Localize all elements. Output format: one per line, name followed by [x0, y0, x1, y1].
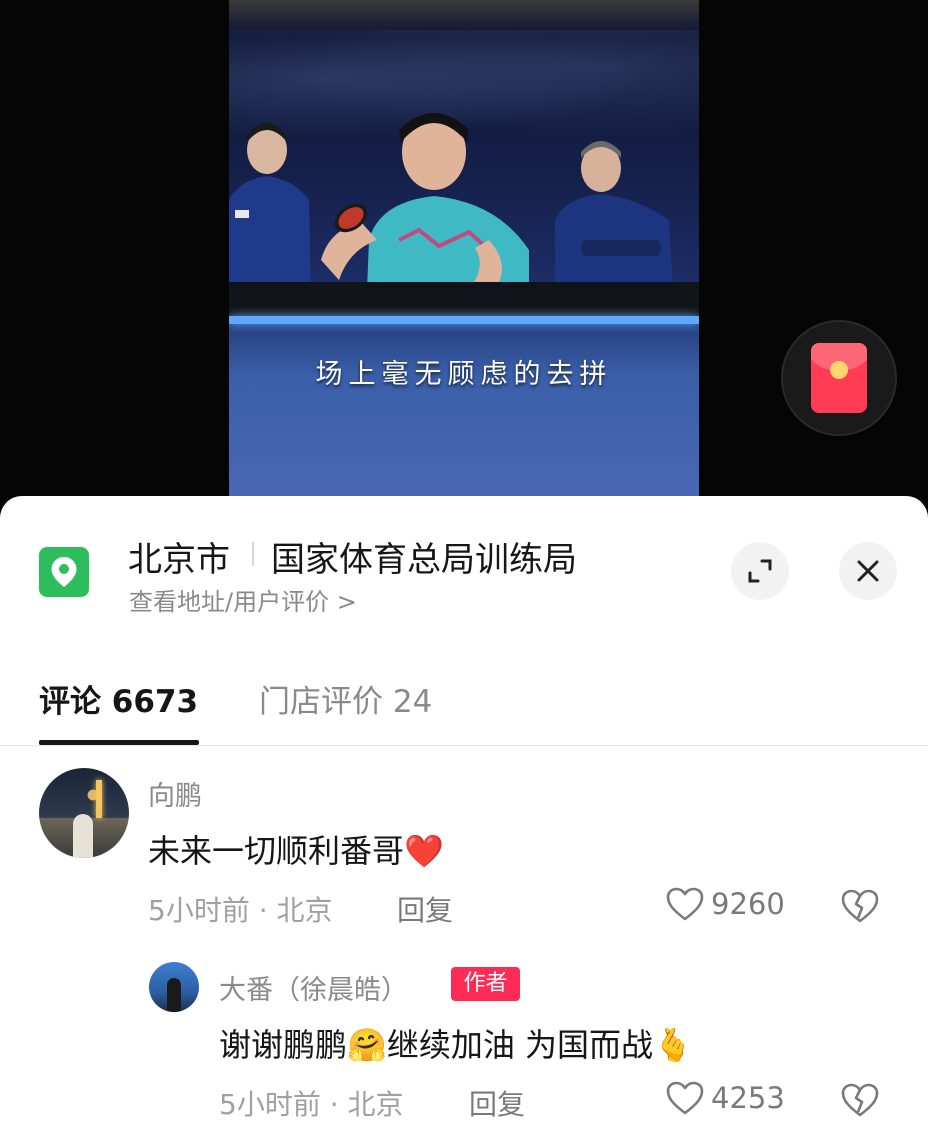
location-divider: [252, 542, 254, 566]
comment-text[interactable]: 谢谢鹏鹏🤗继续加油 为国而战🫰: [219, 1020, 693, 1066]
red-packet-icon: [811, 343, 867, 413]
view-address-reviews-link[interactable]: 查看地址/用户评价 >: [129, 582, 357, 617]
like-button[interactable]: 9260: [665, 886, 785, 922]
broken-heart-icon: [841, 889, 879, 923]
video-subtitle: 场上毫无顾虑的去拼: [315, 359, 613, 390]
location-venue[interactable]: 国家体育总局训练局: [271, 532, 577, 581]
reply-button[interactable]: 回复: [397, 889, 453, 929]
avatar-person-shape: [73, 814, 93, 858]
close-button[interactable]: [839, 542, 897, 600]
like-button[interactable]: 4253: [665, 1080, 785, 1116]
dislike-button[interactable]: [840, 888, 880, 928]
expand-icon: [748, 559, 772, 583]
reply-button[interactable]: 回复: [469, 1083, 525, 1123]
author-badge: 作者: [451, 967, 520, 1001]
avatar-person-shape: [167, 978, 181, 1012]
tab-store-reviews[interactable]: 门店评价 24: [259, 676, 432, 721]
comment-username[interactable]: 向鹏: [148, 774, 202, 813]
dislike-button[interactable]: [840, 1082, 880, 1122]
close-icon: [857, 560, 879, 582]
location-pin-icon: [39, 547, 89, 597]
video-player[interactable]: 场上毫无顾虑的去拼: [0, 0, 928, 520]
tab-comments[interactable]: 评论 6673: [39, 676, 198, 721]
heart-icon: [666, 887, 704, 921]
like-count: 9260: [711, 887, 785, 921]
comment-username[interactable]: 大番（徐晨皓）: [219, 968, 408, 1007]
tab-divider: [0, 745, 928, 746]
table-light-strip: [229, 316, 699, 324]
comment-meta: 5小时前 · 北京: [219, 1088, 404, 1121]
comment-text[interactable]: 未来一切顺利番哥❤️: [148, 826, 444, 872]
red-packet-button[interactable]: [781, 320, 897, 436]
heart-icon: [666, 1081, 704, 1115]
like-count: 4253: [711, 1081, 785, 1115]
avatar-tower-shape: [96, 780, 102, 818]
location-city[interactable]: 北京市: [128, 532, 230, 581]
avatar[interactable]: [149, 962, 199, 1012]
expand-button[interactable]: [731, 542, 789, 600]
avatar[interactable]: [39, 768, 129, 858]
broken-heart-icon: [841, 1083, 879, 1117]
comment-meta: 5小时前 · 北京: [148, 894, 333, 927]
video-frame[interactable]: 场上毫无顾虑的去拼: [229, 0, 699, 500]
